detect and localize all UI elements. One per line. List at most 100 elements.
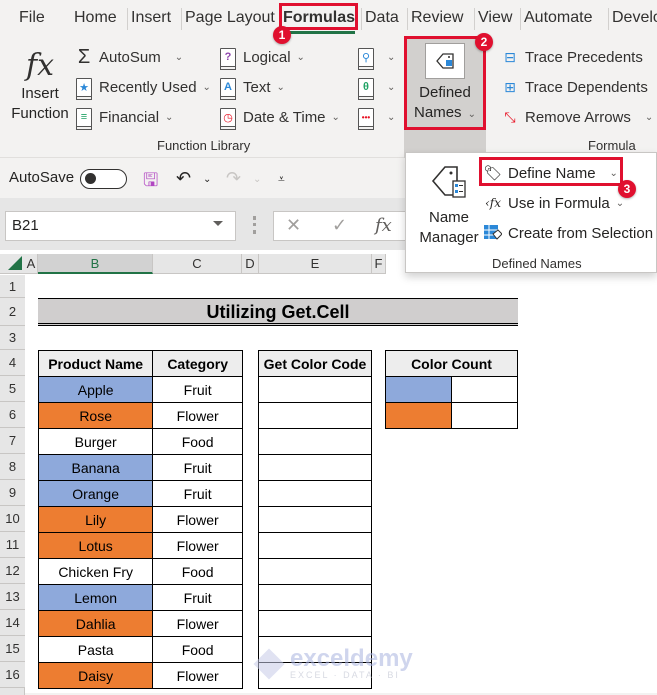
- row-header-9[interactable]: 9: [0, 480, 25, 506]
- tab-developer[interactable]: Develo: [608, 8, 657, 30]
- name-manager-button[interactable]: Name Manager: [414, 161, 484, 248]
- tab-automate[interactable]: Automate: [520, 8, 592, 30]
- row-header-6[interactable]: 6: [0, 402, 25, 428]
- row-header-4[interactable]: 4: [0, 350, 25, 376]
- tab-insert[interactable]: Insert: [127, 8, 171, 30]
- product-name-cell[interactable]: Orange: [37, 480, 154, 507]
- color-code-cell[interactable]: [258, 584, 372, 611]
- row-header-10[interactable]: 10: [0, 506, 25, 532]
- tab-formulas[interactable]: Formulas: [283, 8, 355, 30]
- row-header-7[interactable]: 7: [0, 428, 25, 454]
- more-functions-button[interactable]: ••• ⌄: [357, 105, 395, 130]
- product-name-cell[interactable]: Daisy: [37, 662, 154, 689]
- defined-names-button[interactable]: Defined Names ⌄: [404, 36, 486, 158]
- header-get-color-code[interactable]: Get Color Code: [258, 350, 372, 377]
- name-box[interactable]: B21: [5, 211, 236, 241]
- tab-page-layout[interactable]: Page Layout: [181, 8, 275, 30]
- color-code-cell[interactable]: [258, 662, 372, 689]
- row-header-12[interactable]: 12: [0, 558, 25, 584]
- product-name-cell[interactable]: Apple: [37, 376, 154, 403]
- row-header-15[interactable]: 15: [0, 636, 25, 662]
- row-header-5[interactable]: 5: [0, 376, 25, 402]
- use-in-formula-button[interactable]: ‹fx Use in Formula ⌄: [483, 193, 624, 213]
- product-name-cell[interactable]: Banana: [37, 454, 154, 481]
- customize-qat-icon[interactable]: ⩡: [278, 172, 285, 187]
- tab-data[interactable]: Data: [361, 8, 399, 30]
- color-code-cell[interactable]: [258, 610, 372, 637]
- row-header-1[interactable]: 1: [0, 275, 25, 298]
- product-name-cell[interactable]: Burger: [37, 428, 154, 455]
- tab-review[interactable]: Review: [407, 8, 463, 30]
- financial-button[interactable]: ≡ Financial ⌄: [75, 105, 173, 130]
- category-cell[interactable]: Flower: [152, 402, 243, 429]
- column-header-d[interactable]: D: [242, 254, 259, 274]
- define-name-button[interactable]: 🏷 Define Name ⌄: [483, 163, 617, 183]
- tab-file[interactable]: File: [19, 8, 45, 30]
- category-cell[interactable]: Food: [152, 558, 243, 585]
- color-code-cell[interactable]: [258, 402, 372, 429]
- math-trig-button[interactable]: θ ⌄: [357, 75, 395, 100]
- product-name-cell[interactable]: Rose: [37, 402, 154, 429]
- trace-dependents-button[interactable]: ⊞ Trace Dependents: [501, 75, 648, 99]
- column-header-e[interactable]: E: [259, 254, 372, 274]
- color-count-cell[interactable]: [451, 402, 518, 429]
- color-code-cell[interactable]: [258, 532, 372, 559]
- color-code-cell[interactable]: [258, 480, 372, 507]
- color-swatch-cell[interactable]: [385, 402, 452, 429]
- trace-precedents-button[interactable]: ⊟ Trace Precedents: [501, 45, 643, 69]
- column-header-f[interactable]: F: [372, 254, 386, 274]
- column-header-b[interactable]: B: [38, 254, 153, 274]
- product-name-cell[interactable]: Lemon: [37, 584, 154, 611]
- save-icon[interactable]: 🖫: [143, 168, 158, 198]
- autosum-button[interactable]: Σ AutoSum ⌄: [75, 45, 183, 69]
- category-cell[interactable]: Flower: [152, 506, 243, 533]
- color-code-cell[interactable]: [258, 636, 372, 663]
- product-name-cell[interactable]: Lily: [37, 506, 154, 533]
- tab-view[interactable]: View: [474, 8, 512, 30]
- row-header-8[interactable]: 8: [0, 454, 25, 480]
- row-header-3[interactable]: 3: [0, 326, 25, 350]
- color-code-cell[interactable]: [258, 428, 372, 455]
- category-cell[interactable]: Food: [152, 428, 243, 455]
- header-color-count[interactable]: Color Count: [385, 350, 518, 377]
- insert-function-button[interactable]: fx Insert Function: [10, 48, 70, 124]
- cancel-icon[interactable]: ✕: [286, 215, 301, 236]
- category-cell[interactable]: Fruit: [152, 454, 243, 481]
- tab-home[interactable]: Home: [74, 8, 117, 30]
- color-count-cell[interactable]: [451, 376, 518, 403]
- create-from-selection-button[interactable]: Create from Selection: [483, 223, 653, 243]
- color-code-cell[interactable]: [258, 506, 372, 533]
- remove-arrows-button[interactable]: ⤡ Remove Arrows ⌄: [501, 105, 653, 129]
- color-code-cell[interactable]: [258, 558, 372, 585]
- redo-dropdown-icon[interactable]: ⌄: [253, 174, 261, 185]
- autosave-toggle[interactable]: [80, 169, 127, 189]
- row-header-2[interactable]: 2: [0, 298, 25, 326]
- row-header-13[interactable]: 13: [0, 584, 25, 610]
- row-header-11[interactable]: 11: [0, 532, 25, 558]
- header-category[interactable]: Category: [152, 350, 243, 377]
- sheet-title[interactable]: Utilizing Get.Cell: [38, 298, 518, 326]
- logical-button[interactable]: ? Logical ⌄: [219, 45, 305, 70]
- caret-down-icon[interactable]: [213, 221, 223, 226]
- undo-icon[interactable]: ↶: [176, 168, 191, 189]
- category-cell[interactable]: Flower: [152, 610, 243, 637]
- row-header-16[interactable]: 16: [0, 662, 25, 688]
- product-name-cell[interactable]: Lotus: [37, 532, 154, 559]
- enter-icon[interactable]: ✓: [332, 215, 347, 236]
- product-name-cell[interactable]: Pasta: [37, 636, 154, 663]
- category-cell[interactable]: Food: [152, 636, 243, 663]
- product-name-cell[interactable]: Dahlia: [37, 610, 154, 637]
- category-cell[interactable]: Flower: [152, 662, 243, 689]
- category-cell[interactable]: Flower: [152, 532, 243, 559]
- lookup-reference-button[interactable]: ⚲ ⌄: [357, 45, 395, 70]
- category-cell[interactable]: Fruit: [152, 480, 243, 507]
- category-cell[interactable]: Fruit: [152, 584, 243, 611]
- resize-handle[interactable]: [253, 216, 256, 234]
- text-button[interactable]: A Text ⌄: [219, 75, 285, 100]
- color-code-cell[interactable]: [258, 376, 372, 403]
- redo-icon[interactable]: ↷: [226, 168, 241, 189]
- recently-used-button[interactable]: ★ Recently Used ⌄: [75, 75, 211, 100]
- insert-function-icon[interactable]: fx: [375, 215, 392, 236]
- category-cell[interactable]: Fruit: [152, 376, 243, 403]
- color-code-cell[interactable]: [258, 454, 372, 481]
